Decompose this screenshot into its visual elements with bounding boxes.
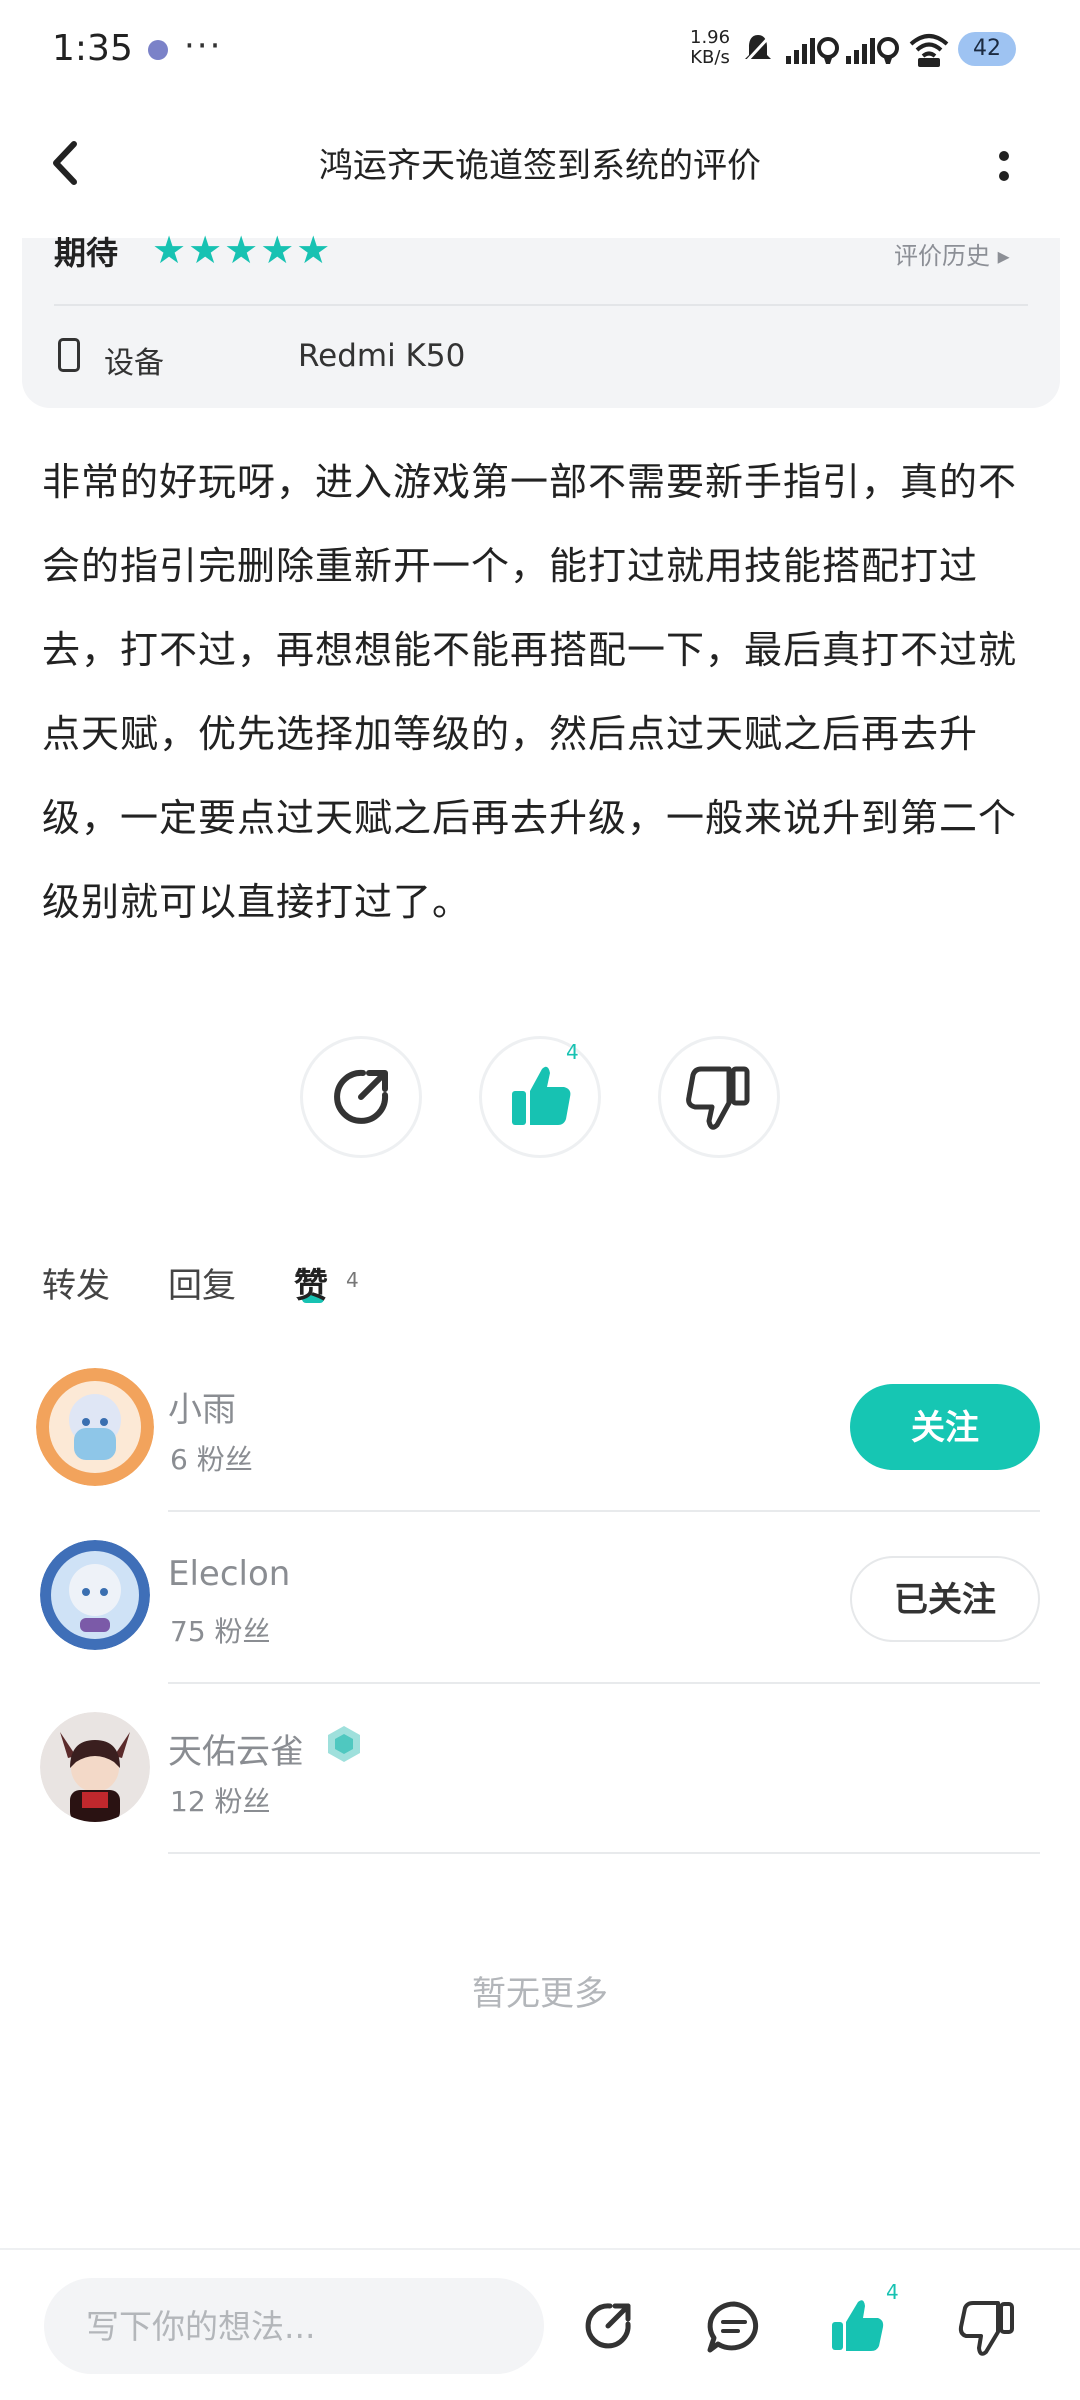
share-icon [334,1069,389,1124]
phone-icon [58,338,80,372]
follow-button[interactable]: 关注 [850,1384,1040,1470]
thumbs-up-icon [512,1066,571,1125]
device-value: Redmi K50 [298,338,466,374]
more-options-icon[interactable] [994,148,1014,188]
user-name[interactable]: Eleclon [168,1554,290,1594]
share-icon[interactable] [578,2296,638,2356]
signal-1-icon [786,37,839,64]
avatar[interactable] [40,1712,150,1822]
card-divider [54,304,1028,306]
rating-history-link[interactable]: 评价历史 ▸ [894,236,1010,271]
page-title: 鸿运齐天诡道签到系统的评价 [319,146,761,186]
like-count: 4 [566,1040,579,1064]
tab-forward[interactable]: 转发 [42,1258,110,1307]
bottom-bar-divider [0,2248,1080,2250]
tab-likes-count: 4 [346,1268,359,1292]
tab-reply[interactable]: 回复 [168,1258,236,1307]
user-name[interactable]: 天佑云雀 [168,1724,304,1773]
network-speed-value: 1.96 [690,27,731,48]
rating-label: 期待 [54,234,119,272]
no-more-text: 暂无更多 [472,1974,608,2014]
rating-stars: ★★★★★ [152,228,333,272]
notification-icon [148,40,168,60]
thumbs-down-icon [686,1066,750,1130]
review-text: 非常的好玩呀，进入游戏第一部不需要新手指引，真的不会的指引完删除重新开一个，能打… [42,460,1018,924]
like-button[interactable] [479,1036,601,1158]
avatar[interactable] [40,1540,150,1650]
user-fans: 6 粉丝 [170,1443,253,1476]
user-name[interactable]: 小雨 [168,1382,236,1431]
row-divider [168,1510,1040,1512]
following-button[interactable]: 已关注 [850,1556,1040,1642]
verified-badge-icon [328,1726,360,1762]
thumbs-up-icon[interactable] [826,2294,890,2358]
battery-indicator: 42 [958,32,1016,66]
network-speed-unit: KB/s [690,47,730,68]
bell-icon [744,34,772,64]
network-speed: 1.96 KB/s [690,28,730,68]
comment-input[interactable] [44,2278,544,2374]
tab-likes[interactable]: 赞 [294,1258,328,1307]
signal-2-icon [846,37,899,64]
wifi-icon [909,34,949,67]
row-divider [168,1682,1040,1684]
row-divider [168,1852,1040,1854]
device-label: 设备 [104,346,164,381]
dislike-button[interactable] [658,1036,780,1158]
bottom-like-count: 4 [886,2280,899,2304]
user-fans: 12 粉丝 [170,1785,271,1818]
status-time: 1:35 [52,28,133,69]
avatar[interactable] [36,1368,154,1486]
share-button[interactable] [300,1036,422,1158]
thumbs-down-icon[interactable] [954,2296,1018,2360]
more-notifications-icon: ··· [184,26,223,66]
user-fans: 75 粉丝 [170,1615,271,1648]
comment-icon[interactable] [704,2298,764,2358]
